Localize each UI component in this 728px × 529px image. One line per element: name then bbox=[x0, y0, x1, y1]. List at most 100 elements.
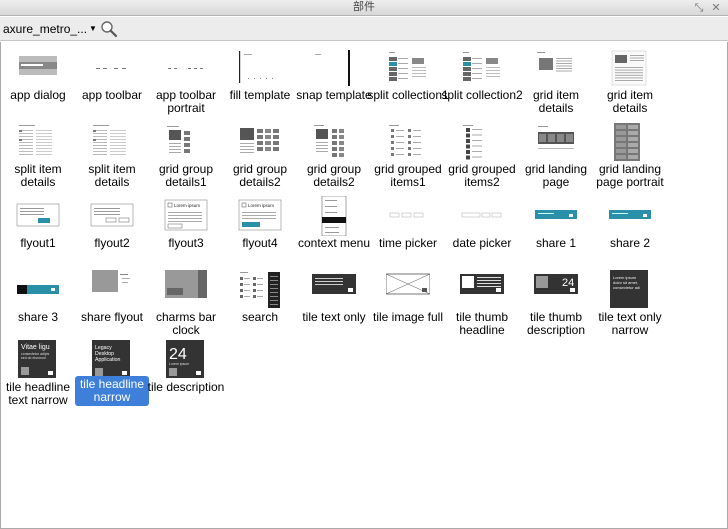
widget-label: grid landing page portrait bbox=[596, 162, 664, 189]
widget-thumbnail bbox=[312, 195, 356, 237]
widget-item[interactable]: split collection1 bbox=[367, 48, 449, 122]
widget-thumbnail bbox=[386, 122, 430, 162]
widget-label: app toolbar portrait bbox=[155, 88, 217, 115]
widget-thumbnail bbox=[608, 122, 652, 162]
widget-item[interactable]: fill template bbox=[223, 48, 297, 122]
widget-item[interactable]: grid group details2 bbox=[223, 122, 297, 196]
widget-thumbnail bbox=[238, 48, 282, 88]
widget-item[interactable]: grid landing page bbox=[519, 122, 593, 196]
widget-item[interactable]: split collection2 bbox=[441, 48, 523, 122]
close-icon[interactable]: ✕ bbox=[709, 1, 723, 15]
widget-item[interactable]: flyout1 bbox=[1, 196, 75, 270]
widget-item[interactable]: grid group details2 bbox=[297, 122, 371, 196]
widget-label: tile headline narrow bbox=[75, 376, 149, 406]
widget-item[interactable]: 24 Lorem ipsum tile description bbox=[148, 340, 224, 414]
widget-grid: app dialog app toolbar app toolbar portrai… bbox=[0, 42, 728, 529]
widget-label: grid grouped items2 bbox=[448, 162, 516, 189]
svg-text:Lorem ipsum: Lorem ipsum bbox=[174, 203, 200, 208]
svg-text:Lorem ipsum: Lorem ipsum bbox=[169, 362, 189, 366]
widget-label: share 3 bbox=[17, 310, 59, 324]
widget-item[interactable]: split item details bbox=[1, 122, 75, 196]
widget-item[interactable]: grid group details1 bbox=[149, 122, 223, 196]
widget-label: flyout1 bbox=[20, 236, 56, 250]
widget-item[interactable]: Lorem ipsum dolor sit amet, consectetur ad… bbox=[593, 270, 667, 344]
widget-label: tile thumb description bbox=[526, 310, 586, 337]
widget-item[interactable]: grid item details bbox=[519, 48, 593, 122]
widget-thumbnail bbox=[460, 196, 504, 236]
widget-item[interactable]: app toolbar bbox=[75, 48, 149, 122]
widget-thumbnail: Lorem ipsum bbox=[238, 196, 282, 236]
svg-text:sed do eiusmod: sed do eiusmod bbox=[21, 356, 46, 360]
widget-item[interactable]: split item details bbox=[75, 122, 149, 196]
search-icon[interactable] bbox=[100, 20, 118, 38]
widget-thumbnail: 24 bbox=[534, 270, 578, 310]
widget-thumbnail bbox=[460, 122, 504, 162]
widget-item[interactable]: search bbox=[223, 270, 297, 344]
window-title: 部件 bbox=[353, 1, 375, 13]
widget-thumbnail: Lorem ipsum bbox=[164, 196, 208, 236]
widget-thumbnail: Vitae ligu consectetur adipis sed do eiusm… bbox=[16, 340, 60, 380]
svg-text:Vitae ligu: Vitae ligu bbox=[21, 344, 50, 351]
widget-item[interactable]: share 2 bbox=[593, 196, 667, 270]
widget-item[interactable]: tile image full bbox=[371, 270, 445, 344]
widget-item[interactable]: charms bar clock bbox=[149, 270, 223, 344]
widget-thumbnail bbox=[164, 122, 208, 162]
widget-label: tile description bbox=[147, 380, 225, 394]
widget-item[interactable]: 24 tile thumb description bbox=[519, 270, 593, 344]
widget-thumbnail bbox=[90, 270, 134, 310]
widget-thumbnail bbox=[608, 196, 652, 236]
widget-thumbnail: Lorem ipsum dolor sit amet, consectetur ad… bbox=[608, 270, 652, 310]
widget-label: grid item details bbox=[606, 88, 653, 115]
widget-label: grid group details2 bbox=[306, 162, 362, 189]
widget-item[interactable]: app toolbar portrait bbox=[149, 48, 223, 122]
widget-item[interactable]: grid item details bbox=[593, 48, 667, 122]
widget-item[interactable]: time picker bbox=[371, 196, 445, 270]
widget-thumbnail bbox=[460, 270, 504, 310]
widget-item[interactable]: Lorem ipsum flyout3 bbox=[149, 196, 223, 270]
widget-item[interactable]: grid grouped items2 bbox=[445, 122, 519, 196]
widget-thumbnail bbox=[312, 270, 356, 310]
widget-thumbnail bbox=[90, 48, 134, 88]
widget-item[interactable]: tile thumb headline bbox=[445, 270, 519, 344]
widget-label: flyout2 bbox=[94, 236, 130, 250]
widget-thumbnail: 24 Lorem ipsum bbox=[164, 340, 208, 380]
widget-item[interactable]: date picker bbox=[445, 196, 519, 270]
window-titlebar: 部件 ⤡ ✕ bbox=[0, 0, 728, 16]
widget-label: split item details bbox=[14, 162, 62, 189]
widget-item[interactable]: grid landing page portrait bbox=[593, 122, 667, 196]
widget-item[interactable]: tile text only bbox=[297, 270, 371, 344]
svg-text:Lorem ipsum: Lorem ipsum bbox=[248, 203, 274, 208]
widget-label: share 1 bbox=[535, 236, 577, 250]
widget-label: fill template bbox=[229, 88, 291, 102]
widget-label: date picker bbox=[452, 236, 512, 250]
widget-item[interactable]: Vitae ligu consectetur adipis sed do eiusm… bbox=[1, 340, 75, 414]
widget-item[interactable]: flyout2 bbox=[75, 196, 149, 270]
restore-icon[interactable]: ⤡ bbox=[692, 1, 706, 15]
widget-label: split item details bbox=[88, 162, 136, 189]
widget-thumbnail bbox=[312, 48, 356, 88]
widget-thumbnail: Legacy Desktop Application bbox=[90, 340, 134, 380]
library-dropdown[interactable]: axure_metro_... ▼ bbox=[3, 22, 97, 36]
widget-item[interactable]: context menu bbox=[297, 195, 371, 270]
svg-text:24: 24 bbox=[562, 277, 574, 289]
widget-label: app toolbar bbox=[81, 88, 143, 102]
widget-item[interactable]: Legacy Desktop Application tile headline na… bbox=[75, 340, 149, 414]
widget-item[interactable]: grid grouped items1 bbox=[371, 122, 445, 196]
widget-label: tile text only narrow bbox=[598, 310, 662, 337]
widget-item[interactable]: share 3 bbox=[1, 270, 75, 344]
widget-item[interactable]: share flyout bbox=[75, 270, 149, 344]
widget-thumbnail bbox=[608, 48, 652, 88]
widget-thumbnail bbox=[460, 48, 504, 88]
widget-thumbnail bbox=[312, 122, 356, 162]
widget-thumbnail bbox=[385, 270, 431, 310]
widget-thumbnail bbox=[238, 270, 282, 310]
widget-label: context menu bbox=[297, 236, 371, 250]
widget-item[interactable]: Lorem ipsum flyout4 bbox=[223, 196, 297, 270]
widget-item[interactable]: share 1 bbox=[519, 196, 593, 270]
widget-thumbnail bbox=[534, 196, 578, 236]
widget-label: grid grouped items1 bbox=[374, 162, 442, 189]
widget-label: share 2 bbox=[609, 236, 651, 250]
widget-label: flyout3 bbox=[168, 236, 204, 250]
widget-item[interactable]: app dialog bbox=[1, 48, 75, 122]
widget-item[interactable]: snap template bbox=[296, 48, 372, 122]
